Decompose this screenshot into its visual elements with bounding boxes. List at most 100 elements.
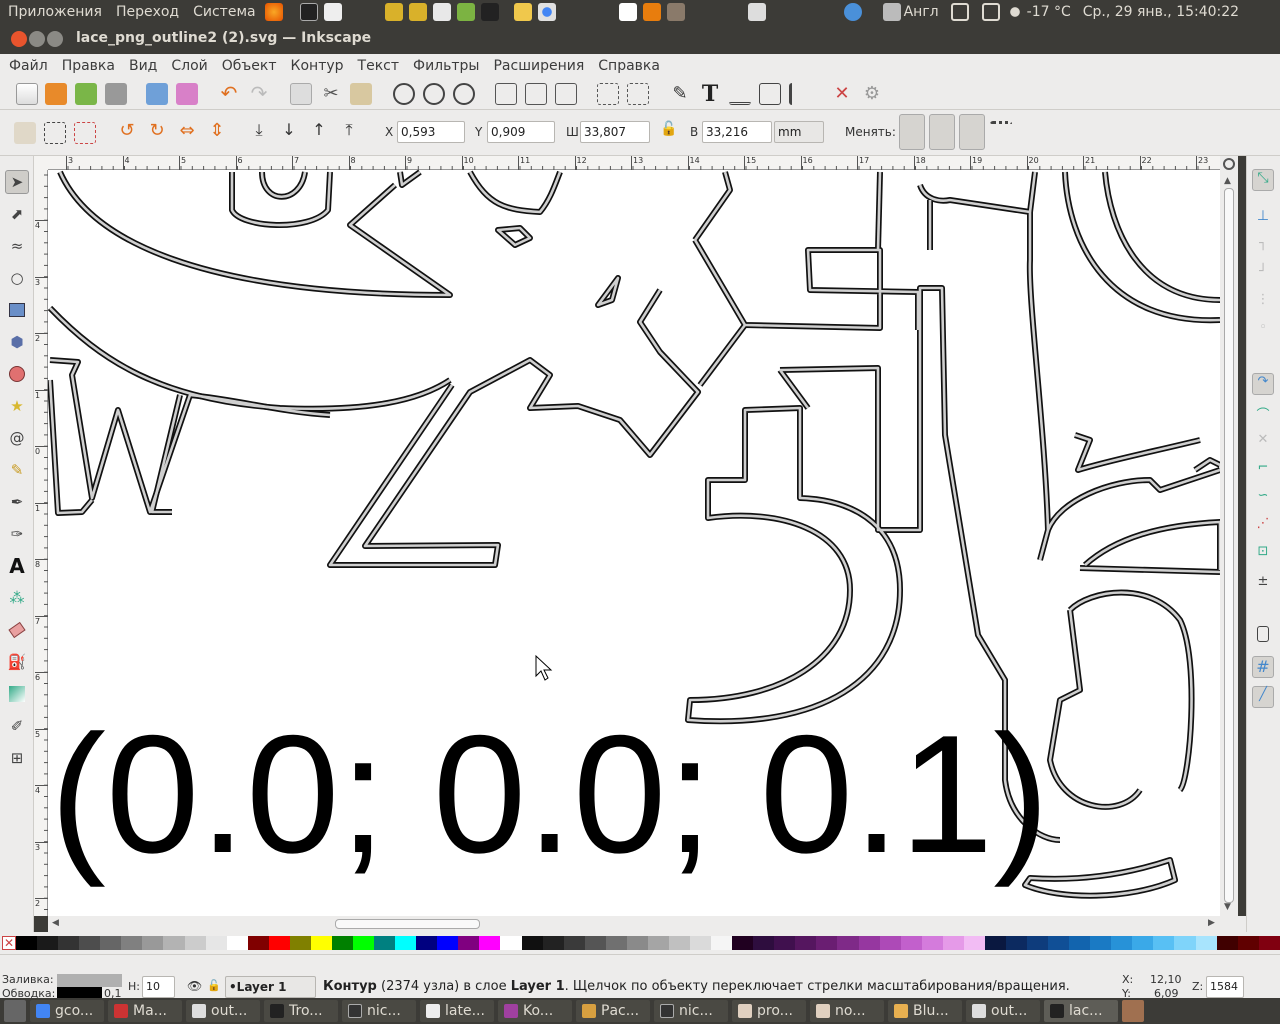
color-swatch[interactable] (1195, 936, 1217, 950)
color-swatch[interactable] (310, 936, 332, 950)
select-all-icon[interactable] (14, 122, 36, 144)
calligraphy-tool-icon[interactable]: ✑ (5, 522, 29, 546)
gradient-tool-icon[interactable] (5, 682, 29, 706)
taskbar-item[interactable]: late... (420, 1000, 494, 1022)
deselect-icon[interactable] (74, 122, 96, 144)
network-icon[interactable] (843, 3, 862, 21)
group-icon[interactable] (597, 83, 619, 105)
select-all-layers-icon[interactable] (44, 122, 66, 144)
color-swatch[interactable] (1153, 936, 1175, 950)
import-icon[interactable] (146, 83, 168, 105)
color-swatch[interactable] (942, 936, 964, 950)
places-menu[interactable]: Переход (116, 4, 179, 20)
color-swatch[interactable] (605, 936, 627, 950)
taskbar-item[interactable]: Рас... (576, 1000, 650, 1022)
horizontal-scrollbar[interactable]: ◀ ▶ (48, 916, 1220, 932)
color-swatch[interactable] (963, 936, 985, 950)
snap-paths-icon[interactable]: ⌒ (1252, 404, 1274, 426)
snap-grid-icon[interactable]: # (1252, 656, 1274, 678)
color-swatch[interactable] (1258, 936, 1280, 950)
redo-icon[interactable]: ↷ (248, 83, 270, 105)
no-paint-swatch[interactable]: ✕ (2, 936, 16, 950)
save-icon[interactable] (75, 83, 97, 105)
ungroup-icon[interactable] (627, 83, 649, 105)
pidgin-icon[interactable] (666, 3, 685, 21)
firefox-icon[interactable] (264, 3, 283, 21)
move-patterns-toggle[interactable] (990, 121, 1012, 143)
scale-stroke-toggle[interactable] (899, 114, 925, 150)
new-document-icon[interactable] (16, 83, 38, 105)
color-swatch[interactable] (1216, 936, 1238, 950)
pen-tool-icon[interactable]: ✒ (5, 490, 29, 514)
color-swatch[interactable] (163, 936, 185, 950)
volume-icon[interactable] (950, 3, 969, 21)
lower-icon[interactable]: ↓ (278, 120, 300, 142)
3dbox-tool-icon[interactable]: ⬢ (5, 330, 29, 354)
color-swatch[interactable] (690, 936, 712, 950)
color-swatch[interactable] (1048, 936, 1070, 950)
menu-filters[interactable]: Фильтры (406, 58, 486, 74)
bucket-tool-icon[interactable]: ⛽ (5, 650, 29, 674)
menu-view[interactable]: Вид (122, 58, 164, 74)
applications-menu[interactable]: Приложения (8, 4, 102, 20)
color-swatch[interactable] (626, 936, 648, 950)
snap-intersections-icon[interactable]: ✕ (1252, 432, 1274, 454)
taskbar-item[interactable]: out... (966, 1000, 1040, 1022)
show-desktop-icon[interactable] (4, 1000, 26, 1022)
menu-layer[interactable]: Слой (164, 58, 214, 74)
color-swatch[interactable] (647, 936, 669, 950)
color-swatch[interactable] (331, 936, 353, 950)
snap-bbox-mid-icon[interactable]: ⋮ (1252, 292, 1274, 314)
blender-icon[interactable] (642, 3, 661, 21)
color-swatch[interactable] (753, 936, 775, 950)
color-swatch[interactable] (774, 936, 796, 950)
taskbar-item[interactable]: nic... (342, 1000, 416, 1022)
color-swatch[interactable] (563, 936, 585, 950)
color-swatch[interactable] (1027, 936, 1049, 950)
color-swatch[interactable] (205, 936, 227, 950)
inkscape-icon[interactable] (480, 3, 499, 21)
snap-guides-icon[interactable]: ╱ (1252, 686, 1274, 708)
color-swatch[interactable] (1111, 936, 1133, 950)
vertical-scroll-thumb[interactable] (1224, 188, 1234, 903)
color-swatch[interactable] (584, 936, 606, 950)
print-icon[interactable] (105, 83, 127, 105)
color-swatch[interactable] (142, 936, 164, 950)
color-swatch[interactable] (732, 936, 754, 950)
taskbar-item[interactable]: no... (810, 1000, 884, 1022)
selector-tool-icon[interactable]: ➤ (5, 170, 29, 194)
snap-object-midpoints-icon[interactable]: ⊡ (1252, 544, 1274, 566)
notes-icon[interactable] (432, 3, 451, 21)
maximize-icon[interactable] (47, 31, 63, 47)
zoom-corner-icon[interactable] (1223, 158, 1235, 170)
menu-text[interactable]: Текст (351, 58, 406, 74)
color-swatch[interactable] (395, 936, 417, 950)
layer-visibility-icon[interactable]: 👁 (187, 979, 202, 993)
snap-toggle-icon[interactable]: ⤡ (1252, 169, 1274, 191)
xml-editor-icon[interactable] (759, 83, 781, 105)
color-swatch[interactable] (1237, 936, 1259, 950)
clock[interactable]: Ср., 29 янв., 15:40:22 (1083, 4, 1239, 20)
x-input[interactable]: 0,593 (397, 121, 465, 143)
color-swatch[interactable] (900, 936, 922, 950)
snap-nodes-icon[interactable]: ↷ (1252, 373, 1274, 395)
minimize-icon[interactable] (29, 31, 45, 47)
text-font-icon[interactable]: T (699, 81, 721, 107)
color-swatch[interactable] (268, 936, 290, 950)
dropper-tool-icon[interactable]: ✐ (5, 714, 29, 738)
rotate-cw-icon[interactable]: ↻ (146, 120, 168, 142)
snap-bbox-icon[interactable]: ⊥ (1252, 208, 1274, 230)
launcher-icon[interactable] (408, 3, 427, 21)
close-icon[interactable] (11, 31, 27, 47)
scroll-down-icon[interactable]: ▼ (1224, 902, 1231, 912)
ellipse-tool-icon[interactable] (5, 362, 29, 386)
snap-smooth-icon[interactable]: ∽ (1252, 488, 1274, 510)
color-swatch[interactable] (521, 936, 543, 950)
snap-rotation-center-icon[interactable]: ± (1252, 574, 1274, 596)
export-icon[interactable] (176, 83, 198, 105)
color-swatch[interactable] (353, 936, 375, 950)
mail-indicator-icon[interactable] (981, 3, 1000, 21)
copy-icon[interactable] (290, 83, 312, 105)
node-tool-icon[interactable]: ⬈ (5, 202, 29, 226)
raise-icon[interactable]: ↑ (308, 120, 330, 142)
